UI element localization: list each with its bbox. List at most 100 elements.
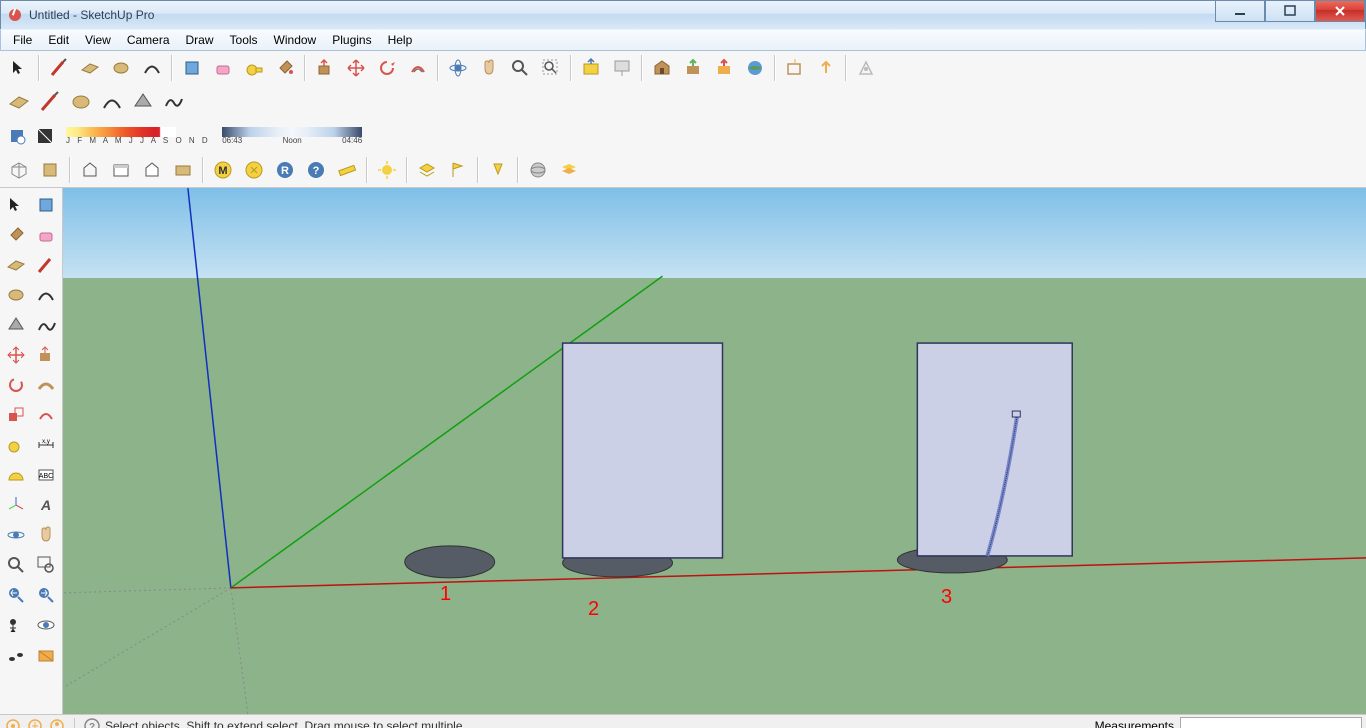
push-pull-icon[interactable] [310,53,340,83]
protractor-icon[interactable] [1,460,31,490]
ruler-icon[interactable] [332,155,362,185]
zoom-side-icon[interactable] [1,550,31,580]
maximize-button[interactable] [1265,1,1315,22]
scale-icon[interactable] [1,400,31,430]
move-tool-icon[interactable] [341,53,371,83]
next-view-icon[interactable] [31,580,61,610]
menu-window[interactable]: Window [266,31,325,49]
paint-bucket-icon[interactable] [270,53,300,83]
menu-file[interactable]: File [5,31,40,49]
freehand-icon[interactable] [159,87,189,117]
flag-icon[interactable] [443,155,473,185]
menu-plugins[interactable]: Plugins [324,31,379,49]
select-tool-icon[interactable] [4,53,34,83]
geo-location-icon[interactable] [4,717,22,728]
time-slider[interactable]: 06:43 Noon 04:46 [222,127,362,145]
zoom-window-icon[interactable] [31,550,61,580]
follow-me-icon[interactable] [31,370,61,400]
pencil-icon[interactable] [35,87,65,117]
share-component-icon[interactable] [709,53,739,83]
zoom-tool-icon[interactable] [505,53,535,83]
pan-tool-icon[interactable] [474,53,504,83]
rectangle-side-icon[interactable] [1,250,31,280]
arc-tool-icon[interactable] [137,53,167,83]
line-side-icon[interactable] [31,250,61,280]
help-icon[interactable]: ? [301,155,331,185]
upload-component-icon[interactable] [678,53,708,83]
zoom-extents-icon[interactable] [536,53,566,83]
orbit-side-icon[interactable] [1,520,31,550]
dimension-icon[interactable]: x,y [31,430,61,460]
circle-icon[interactable] [66,87,96,117]
menu-view[interactable]: View [77,31,119,49]
line-tool-icon[interactable] [44,53,74,83]
position-camera-icon[interactable] [1,610,31,640]
measurements-input[interactable] [1180,717,1362,728]
sun-icon[interactable] [372,155,402,185]
layers-icon[interactable] [412,155,442,185]
entity-info-icon[interactable] [239,155,269,185]
parallel-view-icon[interactable] [168,155,198,185]
preview-ge-icon[interactable] [740,53,770,83]
rotate-tool-icon[interactable] [372,53,402,83]
marker-icon[interactable] [483,155,513,185]
extension-warehouse-icon[interactable] [780,53,810,83]
eraser-tool-icon[interactable] [208,53,238,83]
orbit-tool-icon[interactable] [443,53,473,83]
axes-icon[interactable] [1,490,31,520]
pan-side-icon[interactable] [31,520,61,550]
3d-text-icon[interactable]: A [31,490,61,520]
section-plane-icon[interactable] [31,640,61,670]
upload-icon[interactable] [811,53,841,83]
shadow-settings-icon[interactable] [4,123,30,149]
freehand-side-icon[interactable] [31,310,61,340]
month-slider[interactable]: J F M A M J J A S O N D [66,127,210,145]
move-side-icon[interactable] [1,340,31,370]
select-icon[interactable] [1,190,31,220]
tape-measure-icon[interactable] [239,53,269,83]
polygon-side-icon[interactable] [1,310,31,340]
layout-icon[interactable] [851,53,881,83]
menu-camera[interactable]: Camera [119,31,178,49]
rotate-side-icon[interactable] [1,370,31,400]
make-component-side-icon[interactable] [31,190,61,220]
get-models-icon[interactable] [576,53,606,83]
walk-icon[interactable] [1,640,31,670]
share-model-icon[interactable] [607,53,637,83]
tape-measure-side-icon[interactable] [1,430,31,460]
arc-side-icon[interactable] [31,280,61,310]
paint-bucket-side-icon[interactable] [1,220,31,250]
previous-view-icon[interactable] [1,580,31,610]
circle-side-icon[interactable] [1,280,31,310]
make-component-icon[interactable] [177,53,207,83]
menu-edit[interactable]: Edit [40,31,77,49]
menu-tools[interactable]: Tools [222,31,266,49]
stack-icon[interactable] [554,155,584,185]
side-view-icon[interactable] [106,155,136,185]
minimize-button[interactable] [1215,1,1265,22]
model-info-icon[interactable]: M [208,155,238,185]
offset-side-icon[interactable] [31,400,61,430]
offset-tool-icon[interactable] [403,53,433,83]
back-view-icon[interactable] [137,155,167,185]
shadow-toggle-icon[interactable] [32,123,58,149]
polygon-icon[interactable] [128,87,158,117]
look-around-icon[interactable] [31,610,61,640]
push-pull-side-icon[interactable] [31,340,61,370]
close-button[interactable] [1315,1,1365,22]
iso-view-icon[interactable] [4,155,34,185]
refresh-icon[interactable]: R [270,155,300,185]
3d-warehouse-icon[interactable] [647,53,677,83]
claim-icon[interactable] [48,717,66,728]
rectangle-tool-icon[interactable] [75,53,105,83]
arc-icon[interactable] [97,87,127,117]
circle-tool-icon[interactable] [106,53,136,83]
credits-icon[interactable] [26,717,44,728]
menu-help[interactable]: Help [380,31,421,49]
model-viewport[interactable]: 1 2 3 [63,188,1366,714]
front-view-icon[interactable] [75,155,105,185]
text-icon[interactable]: ABC [31,460,61,490]
eraser-side-icon[interactable] [31,220,61,250]
menu-draw[interactable]: Draw [178,31,222,49]
rectangle-icon[interactable] [4,87,34,117]
